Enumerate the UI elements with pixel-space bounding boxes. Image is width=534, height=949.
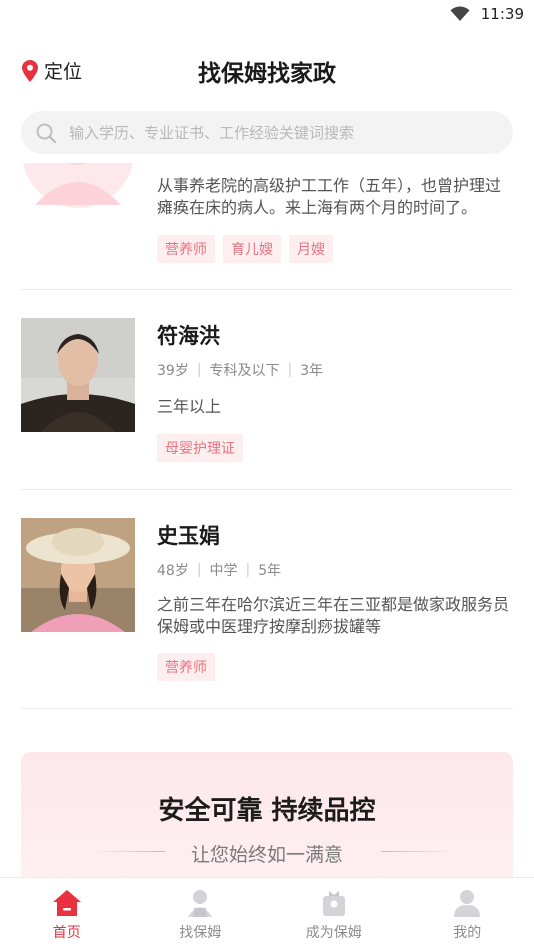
tab-profile[interactable]: 我的 — [401, 878, 534, 949]
tab-label: 找保姆 — [179, 925, 222, 941]
bottom-tab-bar: 首页 找保姆 成为保姆 我的 — [0, 877, 534, 949]
worker-tags: 营养师 — [157, 653, 215, 681]
worker-tag: 营养师 — [157, 235, 215, 263]
search-bar[interactable] — [21, 111, 513, 154]
worker-description: 从事养老院的高级护工工作（五年），也曾护理过瘫痪在床的病人。来上海有两个月的时间… — [157, 176, 502, 217]
worker-description: 三年以上 — [157, 397, 222, 416]
meta-divider: | — [196, 362, 202, 378]
worker-name: 史玉娟 — [157, 524, 220, 548]
tab-label: 我的 — [453, 925, 482, 941]
worker-description: 之前三年在哈尔滨近三年在三亚都是做家政服务员保姆或中医理疗按摩刮痧拔罐等 — [157, 595, 510, 636]
status-bar: 11:39 — [0, 0, 534, 30]
app-header: 定位 找保姆找家政 — [0, 45, 534, 97]
nanny-icon — [188, 890, 213, 917]
worker-education: 专科及以下 — [209, 363, 280, 379]
promo-title: 安全可靠 持续品控 — [158, 796, 376, 826]
page-title: 找保姆找家政 — [198, 61, 336, 87]
worker-tag: 月嫂 — [289, 235, 333, 263]
worker-education: 中学 — [209, 563, 238, 579]
profile-icon — [454, 890, 481, 917]
promo-subtitle: 让您始终如一满意 — [190, 844, 343, 866]
promo-divider — [381, 851, 455, 852]
worker-age: 48岁 — [157, 563, 189, 579]
worker-tag: 母婴护理证 — [157, 434, 243, 462]
worker-experience: 3年 — [300, 363, 324, 379]
tab-label: 首页 — [52, 925, 81, 941]
worker-tags: 母婴护理证 — [157, 434, 243, 462]
worker-avatar — [21, 518, 135, 632]
status-time: 11:39 — [480, 5, 524, 23]
tab-become-nanny[interactable]: 成为保姆 — [267, 878, 401, 949]
worker-age: 39岁 — [157, 363, 189, 379]
worker-experience: 5年 — [258, 563, 282, 579]
worker-card[interactable]: 史玉娟 48岁 | 中学 | 5年 之前三年在哈尔滨近三年在三亚都是做家政服务员… — [21, 490, 513, 709]
worker-avatar — [21, 318, 135, 432]
meta-divider: | — [245, 562, 251, 578]
search-input[interactable] — [69, 111, 499, 154]
worker-name: 符海洪 — [157, 324, 220, 348]
tab-find-nanny[interactable]: 找保姆 — [134, 878, 268, 949]
meta-divider: | — [287, 362, 293, 378]
worker-list[interactable]: 从事养老院的高级护工工作（五年），也曾护理过瘫痪在床的病人。来上海有两个月的时间… — [0, 163, 534, 878]
wifi-icon — [450, 6, 470, 22]
worker-tag: 营养师 — [157, 653, 215, 681]
worker-avatar — [21, 163, 135, 209]
meta-divider: | — [196, 562, 202, 578]
worker-tags: 营养师 育儿嫂 月嫂 — [157, 235, 333, 263]
promo-banner: 安全可靠 持续品控 让您始终如一满意 — [21, 752, 513, 878]
home-icon — [52, 890, 81, 916]
become-nanny-icon — [322, 891, 345, 916]
worker-meta: 39岁 | 专科及以下 | 3年 — [157, 360, 323, 380]
worker-card[interactable]: 符海洪 39岁 | 专科及以下 | 3年 三年以上 母婴护理证 — [21, 290, 513, 490]
worker-meta: 48岁 | 中学 | 5年 — [157, 560, 281, 580]
search-icon — [36, 123, 57, 144]
tab-home[interactable]: 首页 — [0, 878, 134, 949]
worker-card[interactable]: 从事养老院的高级护工工作（五年），也曾护理过瘫痪在床的病人。来上海有两个月的时间… — [21, 163, 513, 290]
worker-tag: 育儿嫂 — [223, 235, 281, 263]
tab-label: 成为保姆 — [305, 925, 362, 941]
